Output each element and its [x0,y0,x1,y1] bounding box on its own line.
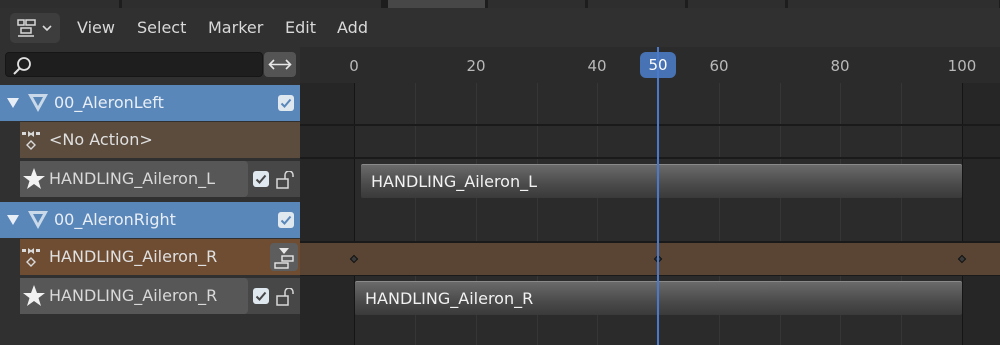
menu-edit[interactable]: Edit [285,13,316,43]
menu-view[interactable]: View [77,13,115,43]
channel-object-aleron-left[interactable]: 00_AleronLeft [0,85,300,121]
star-icon[interactable] [22,167,46,191]
object-name: 00_AleronRight [54,210,176,229]
nla-timeline[interactable]: HANDLING_Aileron_L HANDLING_Aileron_R [300,83,1000,345]
ruler-tick-label: 80 [830,57,850,75]
search-icon [13,57,31,75]
menu-add[interactable]: Add [337,13,368,43]
object-enabled-checkbox[interactable] [278,212,294,228]
ruler-tick-label: 20 [466,57,486,75]
search-input[interactable] [5,52,263,77]
ruler-tick-label: 100 [947,57,977,75]
channel-track-aileron-l[interactable]: HANDLING_Aileron_L [20,161,300,197]
object-enabled-checkbox[interactable] [278,95,294,111]
star-icon[interactable] [22,284,46,308]
unlocked-padlock-icon[interactable] [276,288,296,306]
editor-header: View Select Marker Edit Add [0,0,1000,47]
playhead-line[interactable] [657,47,659,345]
push-down-button[interactable] [270,243,298,271]
strip-label: HANDLING_Aileron_R [365,289,534,308]
channel-track-aileron-r[interactable]: HANDLING_Aileron_R [20,278,300,314]
menu-marker[interactable]: Marker [208,13,263,43]
frame-ruler[interactable]: 0 20 40 60 80 100 50 [300,47,1000,83]
action-line-band[interactable] [300,243,1000,275]
workspace-tab-strip [0,0,1000,8]
editor-type-button[interactable] [10,13,60,43]
nla-strip-aileron-l[interactable]: HANDLING_Aileron_L [361,164,962,198]
action-name: HANDLING_Aileron_R [49,247,218,266]
channel-action-line[interactable]: <No Action> [20,122,300,158]
empty-object-icon [28,94,48,112]
empty-object-icon [28,211,48,229]
action-icon [22,248,40,267]
track-mute-checkbox[interactable] [253,288,269,304]
menu-select[interactable]: Select [137,13,186,43]
unlocked-padlock-icon[interactable] [276,171,296,189]
track-name: HANDLING_Aileron_L [49,169,216,188]
nla-editor-icon [17,19,52,37]
expand-triangle-icon[interactable] [7,98,19,108]
sync-length-button[interactable] [264,52,296,77]
object-name: 00_AleronLeft [54,93,164,112]
scene-end-line [962,83,963,345]
action-name: <No Action> [49,130,153,149]
expand-triangle-icon[interactable] [7,215,19,225]
track-name: HANDLING_Aileron_R [49,286,218,305]
strip-label: HANDLING_Aileron_L [371,172,538,191]
ruler-tick-label: 40 [587,57,607,75]
ruler-tick-label: 60 [709,57,729,75]
channel-region: 00_AleronLeft <No Action> HANDLING_Ailer… [0,47,300,345]
channel-object-aleron-right[interactable]: 00_AleronRight [0,202,300,238]
action-icon [22,131,40,150]
arrows-horizontal-icon [268,59,292,70]
track-mute-checkbox[interactable] [253,171,269,187]
ruler-tick-label: 0 [349,57,359,75]
push-down-icon [274,248,294,269]
channel-action-line-active[interactable]: HANDLING_Aileron_R [20,239,300,275]
